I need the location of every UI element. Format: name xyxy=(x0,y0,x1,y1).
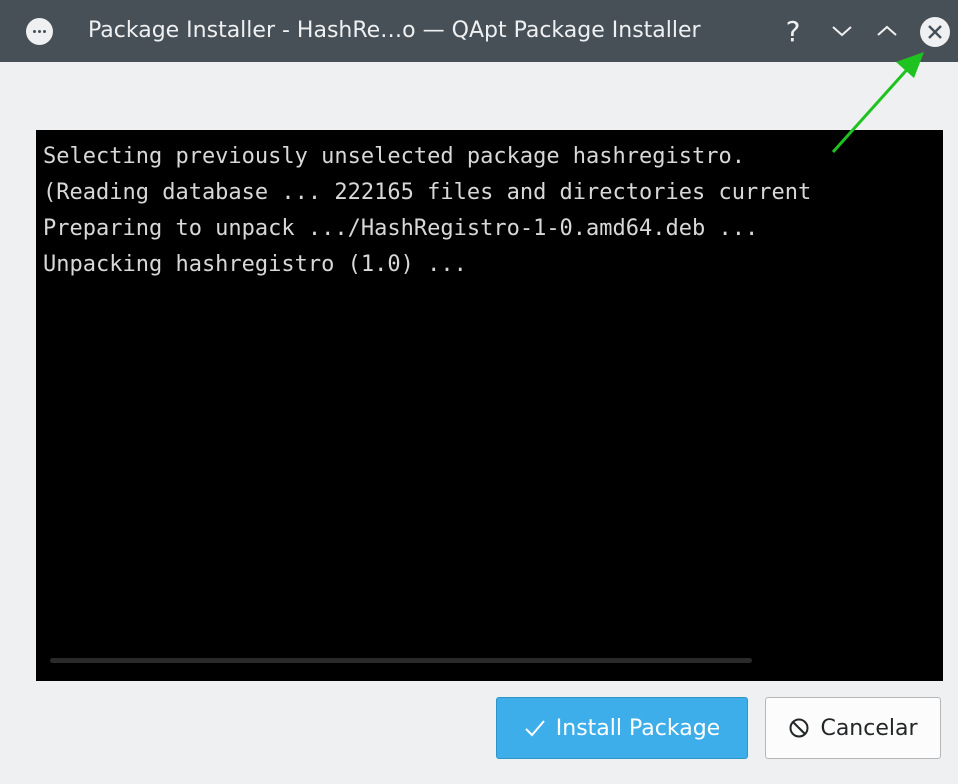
maximize-button[interactable] xyxy=(870,14,904,48)
terminal-line: (Reading database ... 222165 files and d… xyxy=(43,180,812,205)
chevron-down-icon xyxy=(832,26,852,37)
horizontal-scrollbar[interactable] xyxy=(50,658,752,663)
terminal-output[interactable]: Selecting previously unselected package … xyxy=(36,130,943,681)
close-circle-icon xyxy=(928,25,942,39)
terminal-line: Selecting previously unselected package … xyxy=(43,144,745,169)
more-dots-icon[interactable] xyxy=(26,18,53,45)
package-installer-window: Package Installer - HashRe…o — QApt Pack… xyxy=(0,0,958,784)
window-title: Package Installer - HashRe…o — QApt Pack… xyxy=(88,18,701,43)
install-package-button[interactable]: Install Package xyxy=(496,697,748,759)
check-icon xyxy=(525,720,545,737)
close-button[interactable] xyxy=(920,17,950,47)
cancel-button[interactable]: Cancelar xyxy=(765,697,941,759)
terminal-line: Preparing to unpack .../HashRegistro-1-0… xyxy=(43,216,759,241)
help-button[interactable]: ? xyxy=(776,14,810,48)
title-bar[interactable]: Package Installer - HashRe…o — QApt Pack… xyxy=(0,0,958,62)
install-package-label: Install Package xyxy=(555,715,721,741)
cancel-label: Cancelar xyxy=(820,715,918,741)
help-icon: ? xyxy=(785,14,801,48)
minimize-button[interactable] xyxy=(825,14,859,48)
chevron-up-icon xyxy=(877,25,897,36)
cancel-circle-icon xyxy=(789,718,809,738)
terminal-line: Unpacking hashregistro (1.0) ... xyxy=(43,252,467,277)
